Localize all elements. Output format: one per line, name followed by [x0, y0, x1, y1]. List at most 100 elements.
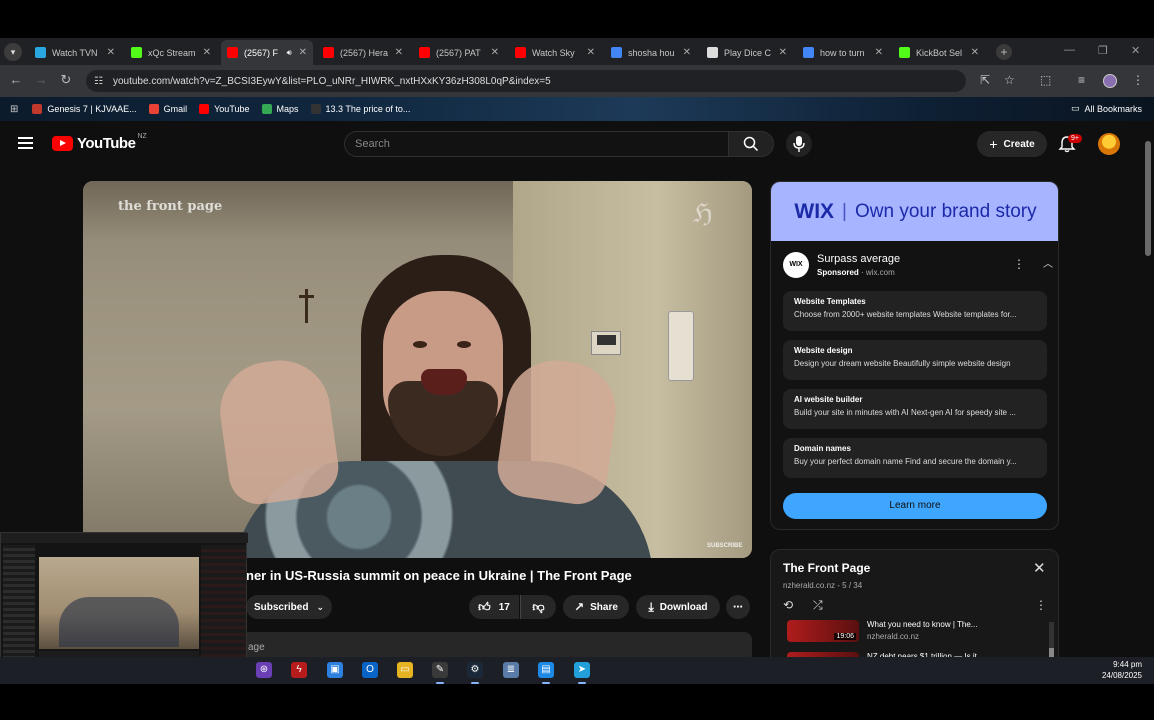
back-icon[interactable]: ←: [8, 72, 24, 87]
ad-title[interactable]: Surpass average: [817, 253, 900, 265]
browser-tab[interactable]: (2567) F 🔊︎ ✕: [221, 40, 313, 65]
playlist-channel[interactable]: nzherald.co.nz: [783, 581, 835, 590]
notepad-icon[interactable]: ≣: [503, 662, 519, 678]
forward-icon[interactable]: →: [33, 72, 49, 87]
tab-favicon-icon: [35, 47, 46, 58]
advertiser-logo[interactable]: WIX: [783, 252, 809, 278]
playlist-title[interactable]: The Front Page: [783, 561, 870, 575]
bookmark-item[interactable]: Maps: [261, 104, 299, 114]
ad-sitelink[interactable]: Website Templates Choose from 2000+ websi…: [783, 291, 1047, 331]
search-input[interactable]: Search: [344, 131, 728, 157]
tab-close-icon[interactable]: ✕: [395, 47, 403, 58]
restore-icon[interactable]: ❐: [1098, 44, 1108, 57]
browser-tab[interactable]: Play Dice C ✕: [701, 40, 793, 65]
flash-icon[interactable]: ϟ: [291, 662, 307, 678]
close-icon[interactable]: ✕: [1033, 559, 1046, 577]
playlist-scroll-thumb[interactable]: [1049, 648, 1054, 657]
tab-close-icon[interactable]: ✕: [683, 47, 691, 58]
browser-tab[interactable]: (2567) PAT ✕: [413, 40, 505, 65]
account-avatar[interactable]: [1098, 133, 1120, 155]
loop-icon[interactable]: ⟲: [783, 598, 793, 612]
close-window-icon[interactable]: ✕: [1131, 44, 1140, 57]
ad-banner-brand: WIX: [794, 199, 835, 223]
bookmark-item[interactable]: 13.3 The price of to...: [310, 104, 410, 114]
browser-tab[interactable]: shosha hou ✕: [605, 40, 697, 65]
browser-tab[interactable]: KickBot Sel ✕: [893, 40, 985, 65]
guide-menu-icon[interactable]: [18, 137, 33, 152]
learn-more-button[interactable]: Learn more: [783, 493, 1047, 519]
clock-date: 24/08/2025: [1101, 671, 1142, 680]
reload-icon[interactable]: ↻: [58, 72, 74, 88]
taskbar: ⊛ ϟ ▣ O ▭ ✎ ⚙ ≣ ▤ ➤ 9:44 pm 24/08/2025: [0, 657, 1154, 684]
new-tab-button[interactable]: +: [996, 44, 1012, 60]
tab-search-button[interactable]: ▾: [4, 43, 22, 61]
subscribe-watermark[interactable]: SUBSCRIBE: [707, 543, 742, 549]
tab-audio-icon[interactable]: 🔊︎: [287, 48, 292, 58]
playlist-menu-icon[interactable]: ⋮: [1035, 598, 1047, 612]
store-icon[interactable]: ▣: [327, 662, 343, 678]
bookmark-item[interactable]: YouTube: [199, 104, 250, 114]
tab-close-icon[interactable]: ✕: [203, 47, 211, 58]
subscribed-button[interactable]: Subscribed ⌄: [246, 595, 332, 619]
all-bookmarks[interactable]: ▭ All Bookmarks: [1071, 103, 1142, 114]
bookmark-star-icon[interactable]: ☆: [1004, 73, 1015, 87]
voice-search-button[interactable]: [786, 131, 812, 157]
bookmark-item[interactable]: Genesis 7 | KJVAAE...: [32, 104, 137, 114]
steam-icon[interactable]: ⚙: [467, 662, 483, 684]
page-scroll-thumb[interactable]: [1145, 141, 1151, 256]
ad-sitelink[interactable]: Website design Design your dream website …: [783, 340, 1047, 380]
tab-close-icon[interactable]: ✕: [587, 47, 595, 58]
browser-tab[interactable]: Watch Sky ✕: [509, 40, 601, 65]
shuffle-icon[interactable]: ⤮: [813, 598, 823, 613]
playlist-scrollbar[interactable]: [1049, 622, 1054, 657]
install-app-icon[interactable]: ⇱: [980, 73, 990, 87]
browser-menu-icon[interactable]: ⋮: [1132, 73, 1144, 87]
apps-grid-icon[interactable]: ⊞: [10, 104, 18, 115]
media-controls-icon[interactable]: ≡: [1078, 73, 1085, 87]
tab-close-icon[interactable]: ✕: [299, 47, 307, 58]
tab-close-icon[interactable]: ✕: [779, 47, 787, 58]
ad-collapse-icon[interactable]: ︿: [1043, 255, 1053, 270]
bookmark-item[interactable]: Gmail: [148, 104, 187, 114]
download-button[interactable]: ⤓ Download: [636, 595, 720, 619]
browser-tab[interactable]: how to turn ✕: [797, 40, 889, 65]
address-bar[interactable]: ☷ youtube.com/watch?v=Z_BCSI3EywY&list=P…: [86, 70, 966, 92]
obs-icon[interactable]: ⊛: [256, 662, 272, 678]
dislike-button[interactable]: 👎︎: [520, 595, 556, 619]
feather-icon[interactable]: ✎: [432, 662, 448, 684]
ad-banner[interactable]: WIX | Own your brand story: [771, 182, 1058, 241]
share-button[interactable]: ↗ Share: [563, 595, 629, 619]
outlook-icon[interactable]: O: [362, 662, 378, 678]
sponsored-ad-panel: WIX | Own your brand story WIX Surpass a…: [770, 181, 1059, 530]
extensions-icon[interactable]: ⬚: [1040, 73, 1051, 87]
app-icon[interactable]: ▤: [538, 662, 554, 684]
youtube-logo[interactable]: YouTube NZ: [52, 133, 147, 152]
browser-tab[interactable]: Watch TVN ✕: [29, 40, 121, 65]
create-label: Create: [1003, 138, 1035, 150]
ad-sitelink[interactable]: Domain names Buy your perfect domain name…: [783, 438, 1047, 478]
tab-close-icon[interactable]: ✕: [971, 47, 979, 58]
tab-close-icon[interactable]: ✕: [107, 47, 115, 58]
browser-tab[interactable]: xQc Stream ✕: [125, 40, 217, 65]
ad-more-icon[interactable]: ⋮: [1013, 257, 1025, 271]
system-clock[interactable]: 9:44 pm 24/08/2025: [1102, 659, 1142, 681]
plus-icon: +: [989, 136, 998, 152]
playlist-item[interactable]: 19:06 What you need to know | The... nzher…: [787, 620, 1049, 646]
video-player[interactable]: the front page ℌ SUBSCRIBE: [83, 181, 752, 558]
site-info-icon[interactable]: ☷: [94, 76, 103, 87]
like-button[interactable]: 👍︎ 17: [469, 595, 519, 619]
minimize-icon[interactable]: —: [1064, 44, 1075, 56]
page-scrollbar[interactable]: [1144, 131, 1152, 651]
search-button[interactable]: [728, 131, 774, 157]
ad-sitelink[interactable]: AI website builder Build your site in min…: [783, 389, 1047, 429]
file-explorer-icon[interactable]: ▭: [397, 662, 413, 678]
presenter-eye-right: [457, 341, 471, 348]
browser-tab[interactable]: (2567) Hera ✕: [317, 40, 409, 65]
tab-close-icon[interactable]: ✕: [875, 47, 883, 58]
create-button[interactable]: + Create: [977, 131, 1047, 157]
telegram-icon[interactable]: ➤: [574, 662, 590, 684]
tab-close-icon[interactable]: ✕: [491, 47, 499, 58]
profile-avatar[interactable]: [1103, 74, 1117, 88]
more-actions-button[interactable]: ⋯: [726, 595, 750, 619]
description-box[interactable]: age: [236, 632, 752, 657]
